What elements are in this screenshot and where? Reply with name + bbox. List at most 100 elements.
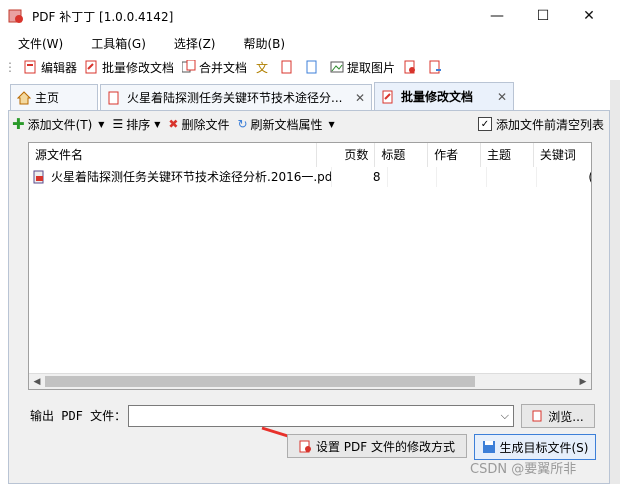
panel-toolbar: ✚ 添加文件(T) ▼ ☰ 排序 ▼ ✖ 删除文件 ↻ 刷新文档属性 ▼ ✓ 添…	[12, 113, 604, 135]
batch-modify-button[interactable]: 批量修改文档	[85, 59, 174, 76]
refresh-icon: ↻	[237, 117, 248, 131]
delete-file-button[interactable]: ✖ 删除文件	[168, 116, 229, 133]
home-icon	[17, 90, 31, 104]
toolbar: ⋮ 编辑器 批量修改文档 合并文档 文 提取图片	[0, 54, 610, 80]
merge-button[interactable]: 合并文档	[182, 59, 247, 76]
sort-button[interactable]: ☰ 排序 ▼	[112, 116, 160, 133]
text-tool-icon: 文	[256, 60, 268, 74]
pdf-file-icon	[33, 170, 44, 184]
pdf-icon	[108, 91, 119, 104]
menu-help[interactable]: 帮助(B)	[226, 35, 296, 52]
scroll-right-icon[interactable]: ▶	[575, 374, 591, 389]
generate-target-label: 生成目标文件(S)	[499, 440, 589, 455]
tab-strip: 主页 火星着陆探测任务关键环节技术途径分... ✕ 批量修改文档 ✕	[0, 82, 610, 110]
save-disk-icon	[482, 441, 495, 453]
tab-batch-modify-label: 批量修改文档	[401, 90, 474, 104]
watermark: CSDN @要翼所非	[470, 462, 577, 477]
column-header-keywords[interactable]: 关键词	[534, 143, 591, 167]
column-header-title[interactable]: 标题	[375, 143, 429, 167]
pdf-batch-icon	[85, 60, 97, 74]
column-header-filename[interactable]: 源文件名	[29, 143, 317, 167]
tab-home[interactable]: 主页	[10, 84, 98, 110]
sort-icon: ☰	[112, 117, 124, 131]
tab-batch-modify[interactable]: 批量修改文档 ✕	[374, 82, 514, 110]
add-file-label: 添加文件(T)	[27, 117, 93, 132]
column-header-pages[interactable]: 页数	[317, 143, 376, 167]
tab-document-close-icon[interactable]: ✕	[355, 91, 365, 105]
sort-label: 排序	[126, 117, 151, 132]
extract-images-label: 提取图片	[347, 60, 396, 75]
chevron-down-icon[interactable]: ⌵	[501, 409, 509, 423]
row-pages: 8	[332, 167, 388, 187]
pdf-tool-button-2[interactable]	[305, 60, 322, 74]
pdf-batch-icon	[382, 90, 393, 103]
extract-images-button[interactable]: 提取图片	[330, 59, 395, 76]
delete-file-label: 删除文件	[181, 117, 230, 132]
row-keywords: (	[537, 167, 591, 187]
refresh-properties-button[interactable]: ↻ 刷新文档属性 ▼	[237, 116, 334, 133]
document-icon	[306, 60, 317, 74]
generate-target-button[interactable]: 生成目标文件(S)	[474, 434, 596, 460]
row-filename: 火星着陆探测任务关键环节技术途径分析.2016一.pdf	[51, 170, 332, 184]
ocr-tool-button[interactable]: 文	[255, 60, 272, 74]
tab-document[interactable]: 火星着陆探测任务关键环节技术途径分... ✕	[100, 84, 372, 110]
menu-select[interactable]: 选择(Z)	[156, 35, 226, 52]
menu-toolbox[interactable]: 工具箱(G)	[73, 35, 156, 52]
editor-label: 编辑器	[41, 60, 78, 75]
list-header: 源文件名 页数 标题 作者 主题 关键词	[29, 143, 591, 167]
merge-icon	[182, 60, 196, 73]
pdf-tool-button-4[interactable]	[428, 60, 445, 74]
tab-home-label: 主页	[35, 91, 60, 105]
background-window	[610, 80, 620, 484]
pdf-settings-icon	[299, 440, 311, 452]
set-modify-mode-label: 设置 PDF 文件的修改方式	[315, 439, 455, 454]
row-subject	[487, 167, 537, 187]
column-header-author[interactable]: 作者	[428, 143, 481, 167]
checkbox-checked-icon[interactable]: ✓	[477, 117, 492, 131]
scrollbar-thumb[interactable]	[45, 376, 475, 387]
add-icon: ✚	[12, 115, 25, 133]
close-button[interactable]: ✕	[566, 0, 612, 32]
row-author	[437, 167, 487, 187]
title-bar: PDF 补丁丁 [1.0.0.4142] — ☐ ✕	[0, 0, 620, 32]
window-title: PDF 补丁丁 [1.0.0.4142]	[32, 10, 174, 24]
minimize-button[interactable]: —	[474, 0, 520, 32]
row-title	[388, 167, 438, 187]
browse-button[interactable]: 浏览...	[521, 404, 595, 428]
toolbar-grip: ⋮	[4, 60, 16, 74]
pdf-arrow-icon	[429, 60, 442, 74]
pdf-icon	[281, 60, 292, 74]
merge-label: 合并文档	[199, 60, 248, 75]
column-header-subject[interactable]: 主题	[481, 143, 534, 167]
app-icon	[8, 9, 23, 23]
output-pdf-label: 输出 PDF 文件：	[30, 409, 127, 423]
svg-text:文: 文	[256, 60, 268, 74]
image-icon	[330, 61, 344, 73]
clear-list-label: 添加文件前清空列表	[495, 117, 604, 132]
scroll-left-icon[interactable]: ◀	[29, 374, 45, 389]
browse-label: 浏览...	[548, 409, 584, 424]
horizontal-scrollbar[interactable]: ◀ ▶	[29, 373, 591, 389]
dropdown-arrow-icon: ▼	[154, 119, 161, 129]
pdf-icon	[532, 410, 542, 422]
dropdown-arrow-icon: ▼	[328, 119, 335, 129]
clear-list-checkbox[interactable]: ✓ 添加文件前清空列表	[477, 116, 604, 133]
tab-document-label: 火星着陆探测任务关键环节技术途径分...	[127, 91, 343, 105]
dropdown-arrow-icon[interactable]: ▼	[98, 120, 104, 129]
refresh-label: 刷新文档属性	[250, 117, 323, 132]
menu-file[interactable]: 文件(W)	[0, 35, 73, 52]
pdf-editor-icon	[24, 60, 36, 74]
tab-batch-modify-close-icon[interactable]: ✕	[497, 90, 507, 104]
editor-button[interactable]: 编辑器	[24, 59, 77, 76]
pdf-tool-button-1[interactable]	[280, 60, 297, 74]
delete-icon: ✖	[168, 117, 179, 131]
menu-bar: 文件(W) 工具箱(G) 选择(Z) 帮助(B)	[0, 32, 610, 54]
maximize-button[interactable]: ☐	[520, 0, 566, 32]
table-row[interactable]: 火星着陆探测任务关键环节技术途径分析.2016一.pdf 8 (	[29, 167, 591, 187]
set-modify-mode-button[interactable]: 设置 PDF 文件的修改方式	[287, 434, 467, 458]
batch-modify-label: 批量修改文档	[102, 60, 175, 75]
add-file-button[interactable]: ✚ 添加文件(T) ▼	[12, 115, 104, 133]
file-list: 源文件名 页数 标题 作者 主题 关键词 火星着陆探测任务关键环节技术途径分析.…	[28, 142, 592, 390]
pdf-tool-button-3[interactable]	[403, 60, 420, 74]
pdf-icon	[404, 60, 416, 74]
